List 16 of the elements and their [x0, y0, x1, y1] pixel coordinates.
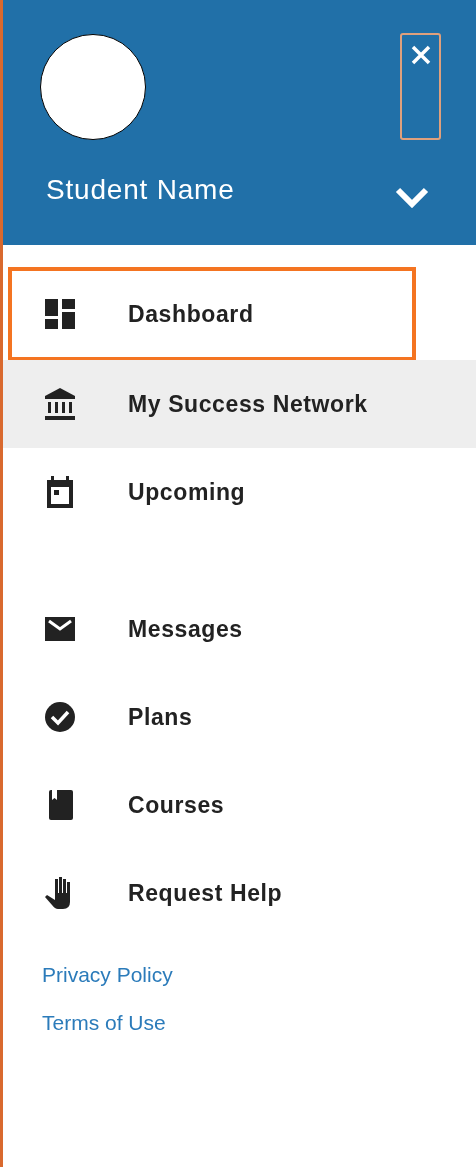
dashboard-icon	[43, 297, 77, 331]
footer-link[interactable]: Terms of Use	[42, 999, 166, 1047]
close-icon	[410, 45, 431, 65]
nav-item[interactable]: Courses	[3, 761, 476, 849]
nav-item[interactable]: Plans	[3, 673, 476, 761]
bank-icon	[43, 387, 77, 421]
footer-link[interactable]: Privacy Policy	[42, 951, 173, 999]
close-button[interactable]	[400, 33, 441, 140]
nav-item[interactable]: Messages	[3, 585, 476, 673]
nav-item[interactable]: Dashboard	[8, 267, 416, 361]
nav-item[interactable]: My Success Network	[3, 360, 476, 448]
nav-item[interactable]: Request Help	[3, 849, 476, 937]
check-circle-icon	[43, 700, 77, 734]
student-name: Student Name	[46, 174, 235, 206]
chevron-down-icon[interactable]	[395, 186, 429, 208]
nav-item[interactable]: Upcoming	[3, 448, 476, 536]
